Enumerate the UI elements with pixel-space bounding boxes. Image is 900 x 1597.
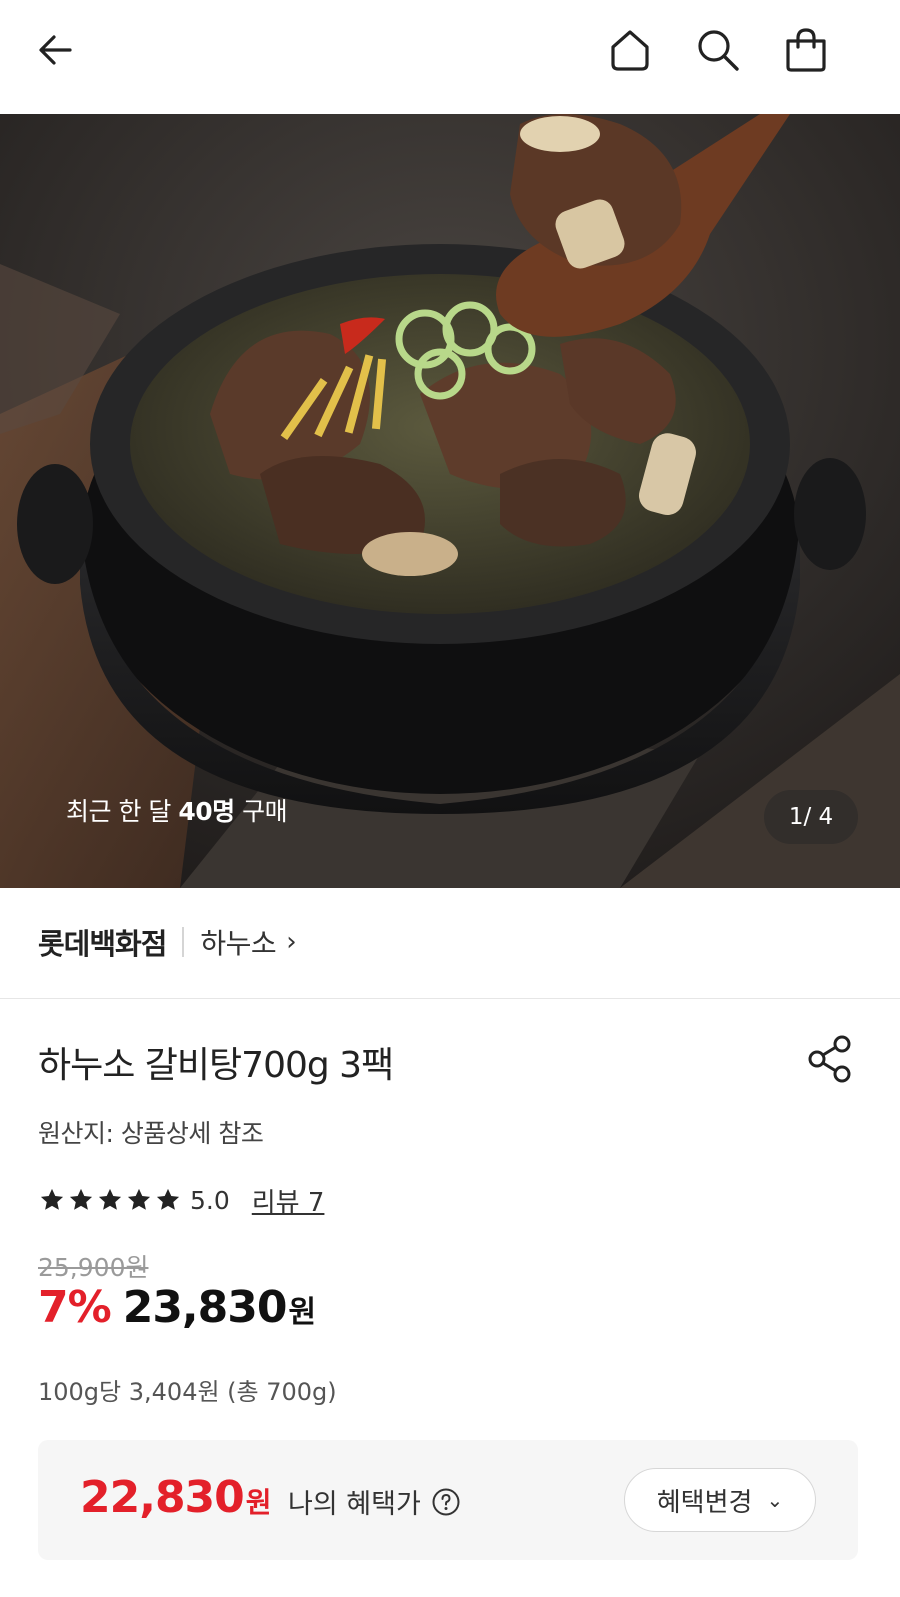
help-icon[interactable] — [431, 1487, 461, 1517]
change-benefit-label: 혜택변경 — [656, 1487, 753, 1518]
chevron-down-icon: ⌄ — [766, 1488, 784, 1512]
origin-info: 원산지: 상품상세 참조 — [38, 1119, 264, 1148]
top-navigation-bar — [0, 0, 900, 114]
star-icon — [98, 1188, 122, 1210]
rating-row: 5.0 리뷰 7 — [38, 1180, 324, 1220]
review-link[interactable]: 리뷰 7 — [252, 1182, 325, 1219]
share-button[interactable] — [800, 1028, 860, 1088]
home-icon — [611, 30, 649, 71]
benefit-price-value: 22,830 — [80, 1472, 245, 1523]
cart-button[interactable] — [776, 20, 836, 80]
benefit-price: 22,830 원 — [80, 1472, 272, 1523]
discount-rate: 7% — [38, 1282, 112, 1333]
image-pager: 1/ 4 — [764, 790, 858, 844]
benefit-label: 나의 혜택가 — [288, 1482, 461, 1521]
product-title: 하누소 갈비탕700g 3팩 — [38, 1045, 394, 1086]
rating-score: 5.0 — [190, 1185, 230, 1215]
back-button[interactable] — [26, 20, 86, 80]
arrow-left-icon — [39, 35, 72, 65]
search-icon — [698, 30, 739, 71]
unit-price: 100g당 3,404원 (총 700g) — [38, 1378, 337, 1406]
store-name[interactable]: 롯데백화점 — [38, 921, 167, 963]
brand-link[interactable]: 하누소 — [200, 922, 276, 962]
store-breadcrumb: 롯데백화점 하누소 › — [38, 918, 297, 966]
search-button[interactable] — [688, 20, 748, 80]
star-icon — [156, 1188, 180, 1210]
benefit-price-unit: 원 — [245, 1486, 272, 1519]
sale-price: 23,830 — [122, 1282, 288, 1333]
recent-purchase-count: 최근 한 달 40명 구매 — [66, 797, 288, 826]
change-benefit-button[interactable]: 혜택변경 ⌄ — [624, 1468, 816, 1532]
home-button[interactable] — [600, 20, 660, 80]
star-icon — [127, 1188, 151, 1210]
benefit-price-box: 22,830 원 나의 혜택가 혜택변경 ⌄ — [38, 1440, 858, 1560]
star-icon — [40, 1188, 64, 1210]
price-row: 7% 23,830 원 — [38, 1282, 316, 1338]
product-photo-galbitang — [0, 114, 900, 888]
share-icon — [808, 1035, 851, 1083]
product-image-gallery[interactable]: 최근 한 달 40명 구매 1/ 4 — [0, 114, 900, 888]
star-icon — [69, 1188, 93, 1210]
chevron-right-icon[interactable]: › — [286, 927, 296, 957]
original-price: 25,900원 — [38, 1253, 149, 1282]
section-divider — [0, 998, 900, 999]
sale-price-unit: 원 — [288, 1295, 317, 1330]
store-divider — [182, 927, 185, 957]
shopping-bag-icon — [786, 28, 826, 72]
benefit-label-text: 나의 혜택가 — [288, 1489, 421, 1520]
rating-stars — [38, 1186, 182, 1214]
